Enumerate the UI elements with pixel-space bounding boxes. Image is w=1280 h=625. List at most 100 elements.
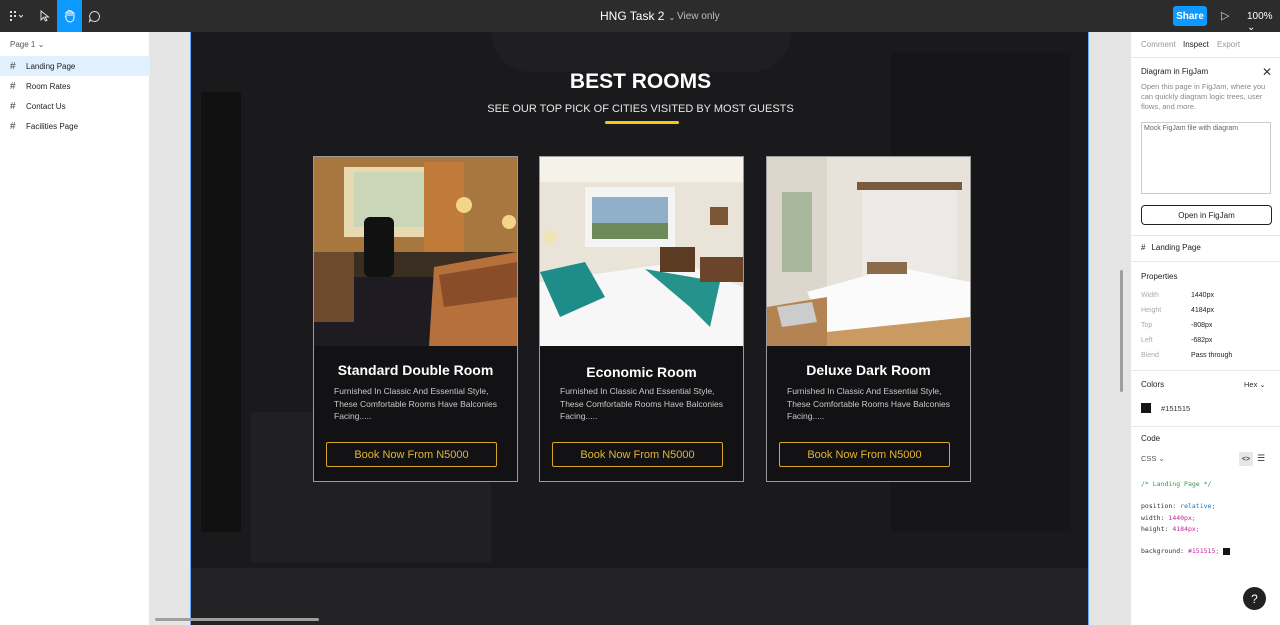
section-subtitle: SEE OUR TOP PICK OF CITIES VISITED BY MO… xyxy=(487,103,794,115)
code-property: width: xyxy=(1141,514,1165,522)
code-language: CSS xyxy=(1141,454,1157,463)
color-format-dropdown[interactable]: Hex ⌄ xyxy=(1244,380,1266,390)
property-value: -808px xyxy=(1191,322,1213,329)
room-photo xyxy=(314,157,517,346)
code-value: #151515; xyxy=(1187,547,1220,555)
chevron-down-icon: ⌄ xyxy=(668,13,676,22)
code-language-dropdown[interactable]: CSS ⌄ xyxy=(1141,454,1165,464)
background-decoration xyxy=(491,32,791,72)
room-description: Furnished In Classic And Essential Style… xyxy=(560,386,723,421)
code-property: background: xyxy=(1141,547,1185,555)
pages-layers-panel: Page 1 ⌄ # Landing Page # Room Rates # Cont… xyxy=(0,32,150,625)
frame-icon: # xyxy=(10,100,16,112)
divider xyxy=(1131,57,1280,58)
code-value: 1440px; xyxy=(1168,514,1196,522)
hand-tool-icon[interactable] xyxy=(57,0,82,32)
code-line: /* Landing Page */ xyxy=(1141,480,1211,488)
list-view-icon[interactable]: ☰ xyxy=(1257,453,1265,464)
design-canvas[interactable]: BEST ROOMS SEE OUR TOP PICK OF CITIES VI… xyxy=(150,32,1130,625)
property-key: Height xyxy=(1141,307,1162,314)
code-comment: /* Landing Page */ xyxy=(1141,480,1212,488)
tab-export[interactable]: Export xyxy=(1217,40,1240,49)
layer-landing-page[interactable]: # Landing Page xyxy=(0,56,150,76)
room-photo xyxy=(540,157,743,346)
page-selector[interactable]: Page 1 ⌄ xyxy=(10,40,44,49)
image-alt-text: Mock FigJam file with diagram xyxy=(1144,125,1239,132)
tab-comment[interactable]: Comment xyxy=(1141,40,1176,49)
room-name: Economic Room xyxy=(586,364,697,380)
property-value: -682px xyxy=(1191,337,1213,344)
help-button[interactable]: ? xyxy=(1243,587,1266,610)
property-key: Left xyxy=(1141,337,1153,344)
horizontal-scrollbar[interactable] xyxy=(155,618,319,621)
view-mode-label: View only xyxy=(677,11,720,22)
code-line: height: 4184px; xyxy=(1141,525,1200,533)
vertical-scrollbar[interactable] xyxy=(1120,270,1123,392)
divider xyxy=(1131,261,1280,262)
code-property: position: xyxy=(1141,502,1177,510)
open-in-figjam-button[interactable]: Open in FigJam xyxy=(1141,205,1272,225)
room-card[interactable]: Standard Double Room Furnished In Classi… xyxy=(313,156,518,482)
frame-icon: # xyxy=(10,120,16,132)
room-description: Furnished In Classic And Essential Style… xyxy=(787,386,950,421)
move-tool-icon[interactable] xyxy=(32,0,57,32)
title-underline xyxy=(605,121,679,124)
next-section-preview xyxy=(191,568,1088,625)
room-name: Deluxe Dark Room xyxy=(806,362,931,378)
frame-icon: # xyxy=(10,80,16,92)
page-name: Page 1 xyxy=(10,40,36,49)
tab-inspect[interactable]: Inspect xyxy=(1183,40,1209,49)
layer-room-rates[interactable]: # Room Rates xyxy=(0,76,150,96)
color-swatch[interactable] xyxy=(1141,403,1151,413)
comment-tool-icon[interactable] xyxy=(82,0,107,32)
layer-facilities-page[interactable]: # Facilities Page xyxy=(0,116,150,136)
file-title[interactable]: HNG Task 2 ⌄ xyxy=(600,9,675,23)
book-now-button[interactable]: Book Now From N5000 xyxy=(779,442,950,467)
selected-layer-name: Landing Page xyxy=(1151,243,1201,252)
close-icon[interactable]: ✕ xyxy=(1262,65,1272,79)
colors-title: Colors xyxy=(1141,380,1165,389)
color-value[interactable]: #151515 xyxy=(1161,404,1190,414)
share-button[interactable]: Share xyxy=(1173,6,1207,26)
zoom-dropdown[interactable]: 100% ⌄ xyxy=(1247,11,1280,33)
file-title-text: HNG Task 2 xyxy=(600,9,665,23)
layer-label: Landing Page xyxy=(26,61,76,71)
room-photo xyxy=(767,157,970,346)
properties-title: Properties xyxy=(1141,272,1178,281)
code-line: background: #151515; xyxy=(1141,547,1231,555)
room-description: Furnished In Classic And Essential Style… xyxy=(334,386,497,421)
background-decoration xyxy=(201,92,241,532)
property-value: 1440px xyxy=(1191,292,1214,299)
zoom-value: 100% xyxy=(1247,11,1273,22)
layer-label: Contact Us xyxy=(26,101,66,111)
property-value: 4184px xyxy=(1191,307,1214,314)
top-toolbar: HNG Task 2 ⌄ View only Share ▷ 100% ⌄ xyxy=(0,0,1280,33)
code-value: 4184px; xyxy=(1172,525,1200,533)
main-menu-icon[interactable] xyxy=(0,0,32,32)
property-key: Blend xyxy=(1141,352,1159,359)
code-property: height: xyxy=(1141,525,1169,533)
divider xyxy=(1131,235,1280,236)
code-line: position: relative; xyxy=(1141,502,1215,510)
room-card[interactable]: Economic Room Furnished In Classic And E… xyxy=(539,156,744,482)
room-card[interactable]: Deluxe Dark Room Furnished In Classic An… xyxy=(766,156,971,482)
divider xyxy=(1131,370,1280,371)
code-view-icon[interactable]: <> xyxy=(1239,452,1253,466)
selected-layer: # Landing Page xyxy=(1141,243,1201,252)
color-swatch xyxy=(1223,547,1231,555)
figjam-preview-image: Mock FigJam file with diagram xyxy=(1141,122,1271,194)
book-now-button[interactable]: Book Now From N5000 xyxy=(326,442,497,467)
figjam-title: Diagram in FigJam xyxy=(1141,67,1209,76)
inspector-panel: Comment Inspect Export Diagram in FigJam… xyxy=(1130,32,1280,625)
code-line: width: 1440px; xyxy=(1141,514,1196,522)
layer-contact-us[interactable]: # Contact Us xyxy=(0,96,150,116)
code-value: relative; xyxy=(1180,502,1216,510)
landing-page-frame[interactable]: BEST ROOMS SEE OUR TOP PICK OF CITIES VI… xyxy=(190,32,1089,625)
present-play-icon[interactable]: ▷ xyxy=(1221,9,1229,22)
room-name: Standard Double Room xyxy=(337,362,494,378)
property-key: Width xyxy=(1141,292,1159,299)
color-format: Hex xyxy=(1244,380,1258,389)
layer-label: Facilities Page xyxy=(26,121,79,131)
divider xyxy=(1131,426,1280,427)
book-now-button[interactable]: Book Now From N5000 xyxy=(552,442,723,467)
